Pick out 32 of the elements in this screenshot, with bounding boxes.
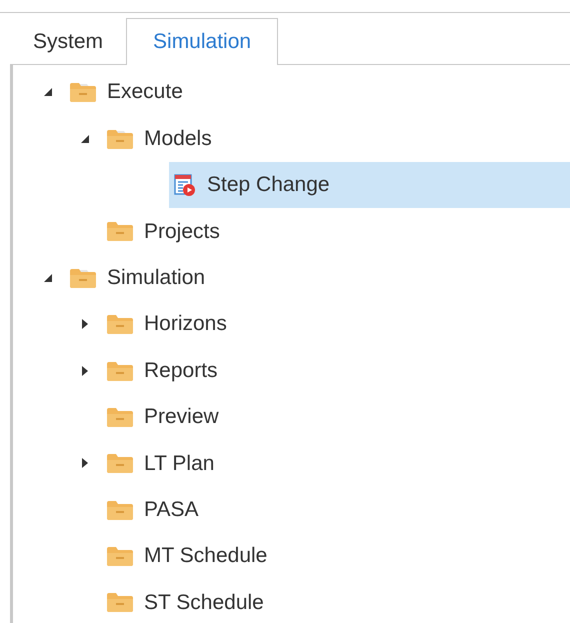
expand-arrow-icon[interactable]	[81, 364, 89, 377]
tree-item[interactable]: Step Change	[169, 162, 570, 208]
tree-item[interactable]: PASA	[102, 486, 570, 533]
tree-item[interactable]: Preview	[102, 394, 570, 440]
folder-icon	[106, 452, 134, 474]
folder-icon	[106, 220, 134, 242]
tab[interactable]: Simulation	[126, 18, 278, 65]
tree-item[interactable]: ST Schedule	[102, 579, 570, 623]
tree-item[interactable]: Execute	[65, 69, 570, 116]
folder-icon	[106, 313, 134, 336]
tree-item[interactable]: Models	[102, 115, 570, 162]
open-folder-icon	[69, 81, 97, 104]
tree-item[interactable]: Simulation	[65, 254, 570, 301]
expand-arrow-icon[interactable]	[81, 457, 89, 470]
tree-item[interactable]: Projects	[102, 208, 570, 255]
open-folder-icon	[106, 128, 134, 150]
folder-icon	[106, 360, 134, 382]
folder-icon	[106, 498, 134, 521]
open-folder-icon	[69, 266, 97, 289]
expand-arrow-icon[interactable]	[81, 318, 89, 330]
folder-icon	[106, 406, 134, 428]
tree-item[interactable]: Horizons	[102, 300, 570, 348]
collapse-arrow-icon[interactable]	[80, 134, 90, 144]
tree-item[interactable]: Reports	[102, 347, 570, 394]
folder-icon	[106, 591, 134, 614]
tree-item[interactable]: MT Schedule	[102, 532, 570, 580]
collapse-arrow-icon[interactable]	[43, 272, 53, 283]
folder-icon	[106, 545, 134, 568]
calendar-play-icon	[173, 172, 197, 197]
tab[interactable]: System	[18, 18, 118, 65]
collapse-arrow-icon[interactable]	[43, 87, 53, 98]
tree-item[interactable]: LT Plan	[102, 440, 570, 487]
